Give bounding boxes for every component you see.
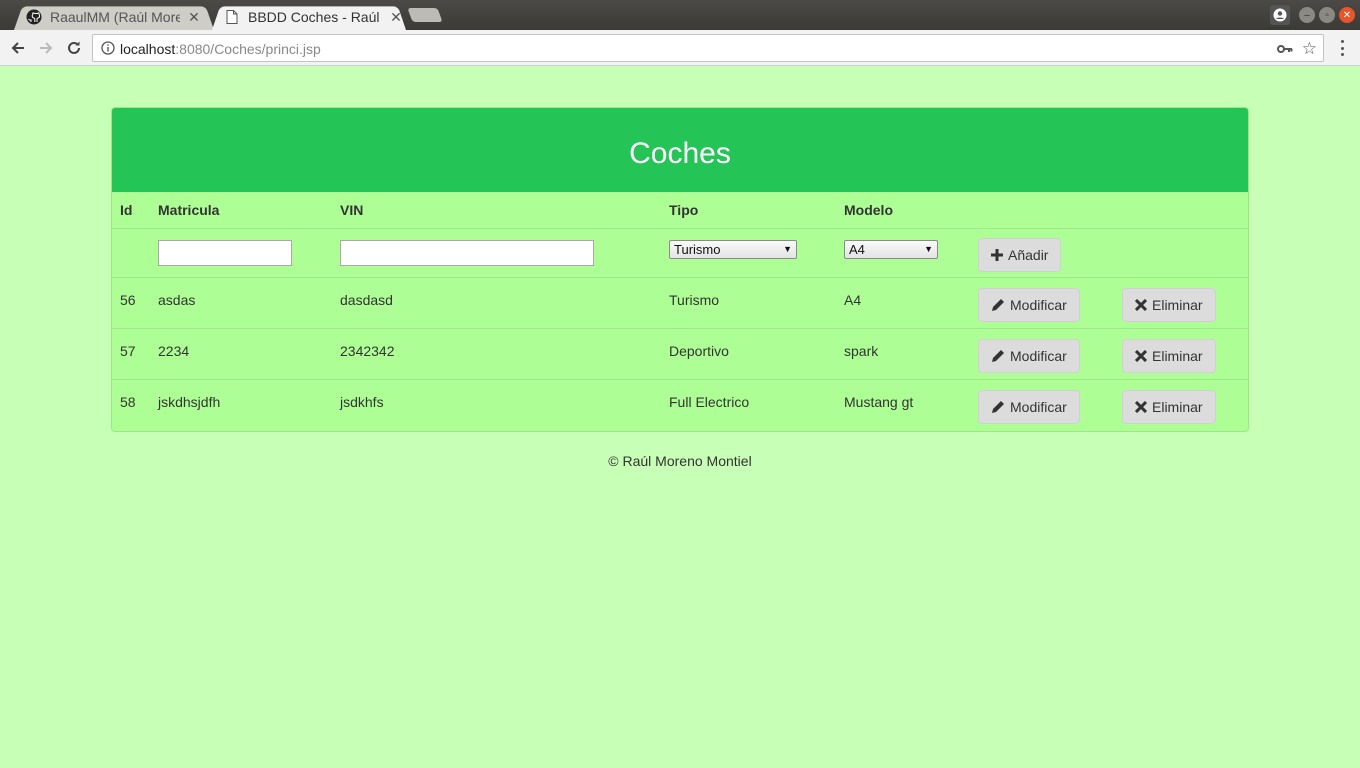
table-header-row: Id Matricula VIN Tipo Modelo [112, 192, 1248, 228]
github-icon [26, 9, 42, 25]
coches-table: Id Matricula VIN Tipo Modelo Turismo ▼ A4… [112, 192, 1248, 430]
tab-title: RaaulMM (Raúl Moreno Montiel) [50, 9, 180, 25]
cell-modelo: Mustang gt [836, 378, 970, 430]
vin-input[interactable] [340, 239, 594, 266]
delete-button[interactable]: Eliminar [1122, 389, 1216, 424]
pencil-icon [991, 400, 1005, 414]
reload-icon[interactable] [62, 36, 86, 60]
header-id: Id [120, 201, 133, 218]
cell-vin: dasdasd [332, 276, 661, 328]
browser-tab-coches[interactable]: BBDD Coches - Raúl Moreno Montiel ✕ [212, 4, 406, 30]
cell-id: 56 [112, 276, 150, 328]
profile-icon[interactable] [1270, 5, 1290, 25]
pencil-icon [991, 298, 1005, 312]
cell-vin: jsdkhfs [332, 378, 661, 430]
add-form-row: Turismo ▼ A4 ▼ Añadir [112, 227, 1248, 277]
browser-tabstrip: RaaulMM (Raúl Moreno Montiel) ✕ BBDD Coc… [0, 0, 1360, 30]
dropdown-arrow-icon: ▼ [924, 244, 933, 254]
forward-arrow-icon[interactable] [34, 36, 58, 60]
close-icon[interactable]: ✕ [390, 9, 402, 26]
cell-vin: 2342342 [332, 327, 661, 379]
cell-matricula: asdas [150, 276, 332, 328]
cell-tipo: Full Electrico [661, 378, 836, 430]
cell-id: 58 [112, 378, 150, 430]
browser-menu-icon[interactable] [1334, 38, 1350, 58]
window-close-button[interactable]: ✕ [1339, 7, 1355, 23]
cell-tipo: Deportivo [661, 327, 836, 379]
cell-modelo: spark [836, 327, 970, 379]
pencil-icon [991, 349, 1005, 363]
back-arrow-icon[interactable] [6, 36, 30, 60]
maximize-button[interactable]: ▫ [1319, 7, 1335, 23]
modify-button[interactable]: Modificar [978, 338, 1080, 373]
minimize-button[interactable]: – [1299, 7, 1315, 23]
header-matricula: Matricula [158, 201, 220, 218]
header-modelo: Modelo [844, 201, 893, 218]
page-icon [224, 9, 240, 25]
modify-button[interactable]: Modificar [978, 389, 1080, 424]
dropdown-arrow-icon: ▼ [783, 244, 792, 254]
url-text: localhost:8080/Coches/princi.jsp [120, 41, 321, 57]
add-button[interactable]: Añadir [978, 237, 1062, 272]
delete-button[interactable]: Eliminar [1122, 287, 1216, 322]
cell-id: 57 [112, 327, 150, 379]
plus-icon [991, 248, 1003, 261]
footer-copyright: © Raúl Moreno Montiel [608, 453, 752, 469]
browser-tab-github[interactable]: RaaulMM (Raúl Moreno Montiel) ✕ [14, 4, 214, 30]
x-icon [1135, 298, 1147, 311]
cell-modelo: A4 [836, 276, 970, 328]
bookmark-star-icon[interactable]: ☆ [1302, 39, 1317, 59]
cell-matricula: jskdhsjdfh [150, 378, 332, 430]
tipo-select[interactable]: Turismo ▼ [669, 240, 797, 259]
cell-tipo: Turismo [661, 276, 836, 328]
x-icon [1135, 400, 1147, 413]
new-tab-button[interactable] [407, 8, 443, 22]
key-icon[interactable] [1277, 42, 1293, 60]
cell-matricula: 2234 [150, 327, 332, 379]
modelo-select[interactable]: A4 ▼ [844, 240, 938, 259]
table-row: 58 jskdhsjdfh jsdkhfs Full Electrico Mus… [112, 378, 1248, 430]
table-row: 57 2234 2342342 Deportivo spark Modifica… [112, 327, 1248, 379]
info-icon[interactable] [101, 41, 115, 55]
matricula-input[interactable] [158, 239, 292, 266]
tab-title: BBDD Coches - Raúl Moreno Montiel [248, 9, 382, 25]
x-icon [1135, 349, 1147, 362]
panel-heading: Coches [112, 108, 1248, 192]
close-icon[interactable]: ✕ [188, 9, 200, 26]
header-tipo: Tipo [669, 201, 699, 218]
table-row: 56 asdas dasdasd Turismo A4 Modificar El… [112, 276, 1248, 328]
browser-toolbar: localhost:8080/Coches/princi.jsp ☆ [0, 30, 1360, 66]
coches-panel: Coches Id Matricula VIN Tipo Modelo Turi [111, 107, 1249, 432]
delete-button[interactable]: Eliminar [1122, 338, 1216, 373]
address-bar[interactable]: localhost:8080/Coches/princi.jsp ☆ [92, 34, 1324, 62]
page-title: Coches [629, 137, 731, 170]
header-vin: VIN [340, 201, 364, 218]
modify-button[interactable]: Modificar [978, 287, 1080, 322]
